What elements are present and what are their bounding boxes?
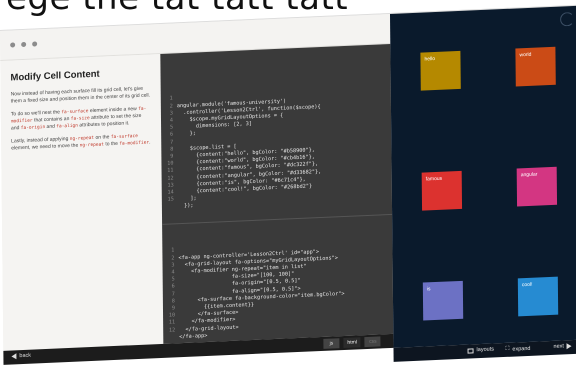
lesson-title: Modify Cell Content: [10, 68, 100, 84]
layouts-icon: [467, 347, 474, 354]
js-code-pane[interactable]: 1 2 3 4 5 6 7 8 9 10 11 12 13 14 15 angu…: [161, 72, 391, 210]
lesson-paragraph: Now instead of having each surface fill …: [10, 85, 151, 105]
line-numbers: 1 2 3 4 5 6 7 8 9 10 11 12: [168, 247, 176, 334]
grid-cell-surface: hello: [420, 50, 461, 91]
js-code[interactable]: angular.module('famous-university') .con…: [177, 97, 322, 211]
tab-js[interactable]: js: [323, 338, 340, 349]
next-button[interactable]: next: [554, 343, 572, 350]
tab-html[interactable]: html: [343, 337, 361, 349]
grid-cell-surface: is: [422, 280, 464, 321]
lesson-paragraph: To do so we'll nest the fa-surface eleme…: [10, 105, 147, 132]
back-button[interactable]: back: [11, 353, 31, 360]
lesson-paragraph: Lastly, instead of applying ng-repeat on…: [11, 133, 151, 152]
loading-spinner-icon: [560, 11, 575, 27]
window-controls: [10, 41, 38, 48]
back-arrow-icon: [11, 353, 17, 360]
pane-divider[interactable]: [162, 213, 393, 225]
next-arrow-icon: [566, 343, 572, 350]
lesson-panel: Modify Cell Content Now instead of havin…: [0, 54, 164, 351]
window-dot-icon[interactable]: [32, 41, 38, 47]
editor-tabs: js html css: [323, 336, 381, 349]
layouts-button[interactable]: layouts: [467, 346, 494, 354]
app-window: Modify Cell Content Now instead of havin…: [0, 3, 576, 365]
screen: ege the tat tatt tatt Modify Cell Conten…: [0, 0, 576, 385]
window-dot-icon[interactable]: [10, 42, 16, 48]
grid-cell-surface: world: [515, 46, 556, 87]
code-editor[interactable]: 1 2 3 4 5 6 7 8 9 10 11 12 13 14 15 angu…: [160, 43, 394, 344]
grid-cell-surface: cool!: [517, 276, 559, 317]
line-numbers: 1 2 3 4 5 6 7 8 9 10 11 12 13 14 15: [167, 95, 174, 203]
expand-button[interactable]: ⛶ expand: [506, 345, 531, 353]
expand-icon: ⛶: [505, 345, 510, 352]
window-dot-icon[interactable]: [21, 41, 27, 48]
output-preview: hello world famous angular is cool!: [389, 5, 576, 348]
html-code-pane[interactable]: 1 2 3 4 5 6 7 8 9 10 11 12 <fa-app ng-co…: [162, 224, 392, 340]
grid-cell-surface: angular: [516, 166, 558, 207]
tab-css[interactable]: css: [364, 336, 381, 348]
grid-cell-surface: famous: [421, 170, 463, 211]
html-code[interactable]: <fa-app ng-controller='Lesson2Ctrl' id="…: [178, 248, 344, 342]
